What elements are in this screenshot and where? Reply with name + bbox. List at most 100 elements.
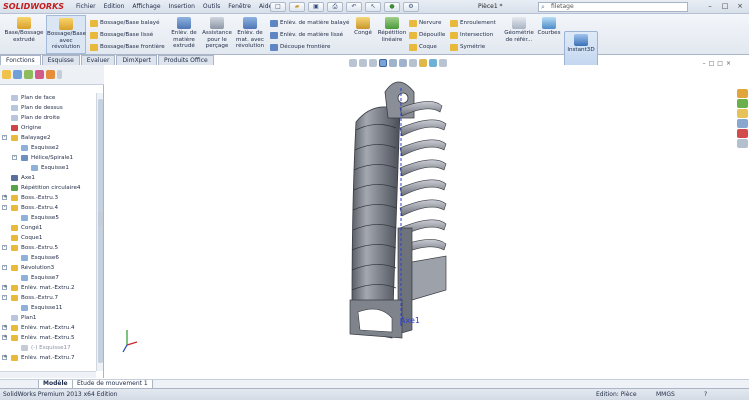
wrap-button[interactable]: Enroulement (450, 18, 496, 28)
feature-manager-icon[interactable] (2, 70, 11, 79)
axis-label[interactable]: Axe1 (400, 316, 420, 325)
fillet-button[interactable]: Congé (350, 15, 376, 37)
rib-button[interactable]: Nervure (409, 18, 441, 28)
view-palette-icon[interactable] (737, 119, 748, 128)
tree-expand-toggle[interactable]: - (12, 155, 17, 160)
tree-item[interactable]: (-) Esquisse17 (0, 343, 104, 353)
tree-expand-toggle[interactable]: + (2, 335, 7, 340)
undo-icon[interactable]: ↶ (346, 2, 362, 12)
tree-expand-toggle[interactable]: + (2, 325, 7, 330)
tree-item[interactable]: Esquisse2 (0, 143, 104, 153)
design-library-icon[interactable] (737, 99, 748, 108)
open-icon[interactable]: ▰ (289, 2, 305, 12)
select-icon[interactable]: ↖ (365, 2, 381, 12)
tree-item[interactable]: Plan de dessus (0, 103, 104, 113)
tree-item[interactable]: + Enlèv. mat.-Extru.7 (0, 353, 104, 363)
tab-produits-office[interactable]: Produits Office (158, 55, 214, 65)
boundary-cut-button[interactable]: Découpe frontière (270, 42, 330, 52)
tree-item[interactable]: + Enlèv. mat.-Extru.2 (0, 283, 104, 293)
tree-item[interactable]: Esquisse1 (0, 163, 104, 173)
tree-item[interactable]: - Hélice/Spirale1 (0, 153, 104, 163)
previous-view-icon[interactable] (369, 59, 377, 67)
tree-item[interactable]: - Balayage2 (0, 133, 104, 143)
tree-item[interactable]: - Révolution3 (0, 263, 104, 273)
tree-item[interactable]: Esquisse7 (0, 273, 104, 283)
display-manager-icon[interactable] (46, 70, 55, 79)
viewport-maximize-button[interactable]: □ (717, 60, 723, 67)
zoom-fit-icon[interactable] (349, 59, 357, 67)
save-icon[interactable]: ▣ (308, 2, 324, 12)
tab-fonctions[interactable]: Fonctions (0, 55, 41, 65)
tree-item[interactable]: Esquisse6 (0, 253, 104, 263)
loft-boss-button[interactable]: Bossage/Base lissé (90, 30, 153, 40)
tree-expand-toggle[interactable]: + (2, 285, 7, 290)
tree-item[interactable]: Origine (0, 123, 104, 133)
shell-button[interactable]: Coque (409, 42, 437, 52)
viewport-close-button[interactable]: × (726, 60, 731, 67)
tree-item[interactable]: + Enlèv. mat.-Extru.5 (0, 333, 104, 343)
section-view-icon[interactable] (379, 59, 387, 67)
hide-show-icon[interactable] (409, 59, 417, 67)
revolve-button[interactable]: Bossage/Base avec révolution (46, 15, 86, 54)
minimize-button[interactable]: – (703, 1, 717, 12)
tree-item[interactable]: Axe1 (0, 173, 104, 183)
curves-button[interactable]: Courbes (536, 15, 562, 37)
panel-more-icon[interactable] (57, 70, 62, 79)
instant3d-button[interactable]: Instant3D (564, 31, 598, 68)
tab-evaluer[interactable]: Evaluer (80, 55, 116, 65)
graphics-area[interactable] (105, 65, 735, 378)
property-manager-icon[interactable] (13, 70, 22, 79)
scroll-thumb[interactable] (98, 99, 103, 363)
tree-item[interactable]: - Boss.-Extru.7 (0, 293, 104, 303)
swept-cut-button[interactable]: Enlèv. de matière balayé (270, 18, 349, 28)
tree-item[interactable]: Plan de face (0, 93, 104, 103)
reference-geometry-button[interactable]: Géométrie de référ... (502, 15, 536, 43)
display-style-icon[interactable] (399, 59, 407, 67)
tree-item[interactable]: + Enlèv. mat.-Extru.4 (0, 323, 104, 333)
menu-fenetre[interactable]: Fenêtre (224, 3, 255, 10)
tab-esquisse[interactable]: Esquisse (41, 55, 80, 65)
tree-expand-toggle[interactable]: - (2, 295, 7, 300)
menu-outils[interactable]: Outils (199, 3, 224, 10)
tree-expand-toggle[interactable]: - (2, 135, 7, 140)
tree-item[interactable]: - Boss.-Extru.4 (0, 203, 104, 213)
viewport-restore-button[interactable]: □ (709, 60, 715, 67)
tree-expand-toggle[interactable]: + (2, 355, 7, 360)
menu-affichage[interactable]: Affichage (128, 3, 164, 10)
mirror-button[interactable]: Symétrie (450, 42, 485, 52)
tree-item[interactable]: Esquisse11 (0, 303, 104, 313)
tab-dimxpert[interactable]: DimXpert (116, 55, 157, 65)
help-icon[interactable]: ? (704, 391, 707, 398)
tree-scrollbar[interactable] (96, 93, 103, 371)
rebuild-icon[interactable]: ● (384, 2, 400, 12)
intersect-button[interactable]: Intersection (450, 30, 493, 40)
tree-expand-toggle[interactable]: - (2, 245, 7, 250)
revolve-cut-button[interactable]: Enlèv. de mat. avec révolution (232, 15, 268, 50)
appearances-icon[interactable] (737, 129, 748, 138)
close-button[interactable]: × (733, 1, 747, 12)
tree-item[interactable]: Répétition circulaire4 (0, 183, 104, 193)
status-units[interactable]: MMGS (656, 391, 675, 398)
file-explorer-icon[interactable] (737, 109, 748, 118)
menu-edition[interactable]: Edition (100, 3, 129, 10)
menu-insertion[interactable]: Insertion (165, 3, 199, 10)
view-settings-icon[interactable] (439, 59, 447, 67)
tree-item[interactable]: Plan1 (0, 313, 104, 323)
panel-splitter-handle[interactable] (98, 212, 103, 226)
extrude-button[interactable]: Base/Bossage extrudé (2, 15, 46, 43)
tree-item[interactable]: Esquisse5 (0, 213, 104, 223)
new-icon[interactable]: □ (270, 2, 286, 12)
view-orientation-icon[interactable] (389, 59, 397, 67)
tree-horizontal-scrollbar[interactable] (0, 371, 96, 378)
search-input[interactable]: ⌕ filetage (538, 2, 688, 12)
custom-properties-icon[interactable] (737, 139, 748, 148)
edit-appearance-icon[interactable] (419, 59, 427, 67)
tree-item[interactable]: Congé1 (0, 223, 104, 233)
tree-item[interactable]: + Boss.-Extru.3 (0, 193, 104, 203)
linear-pattern-button[interactable]: Répétition linéaire (376, 15, 408, 43)
boundary-boss-button[interactable]: Bossage/Base frontière (90, 42, 165, 52)
tree-expand-toggle[interactable]: - (2, 265, 7, 270)
tree-expand-toggle[interactable]: + (2, 195, 7, 200)
resources-icon[interactable] (737, 89, 748, 98)
tree-expand-toggle[interactable]: - (2, 205, 7, 210)
